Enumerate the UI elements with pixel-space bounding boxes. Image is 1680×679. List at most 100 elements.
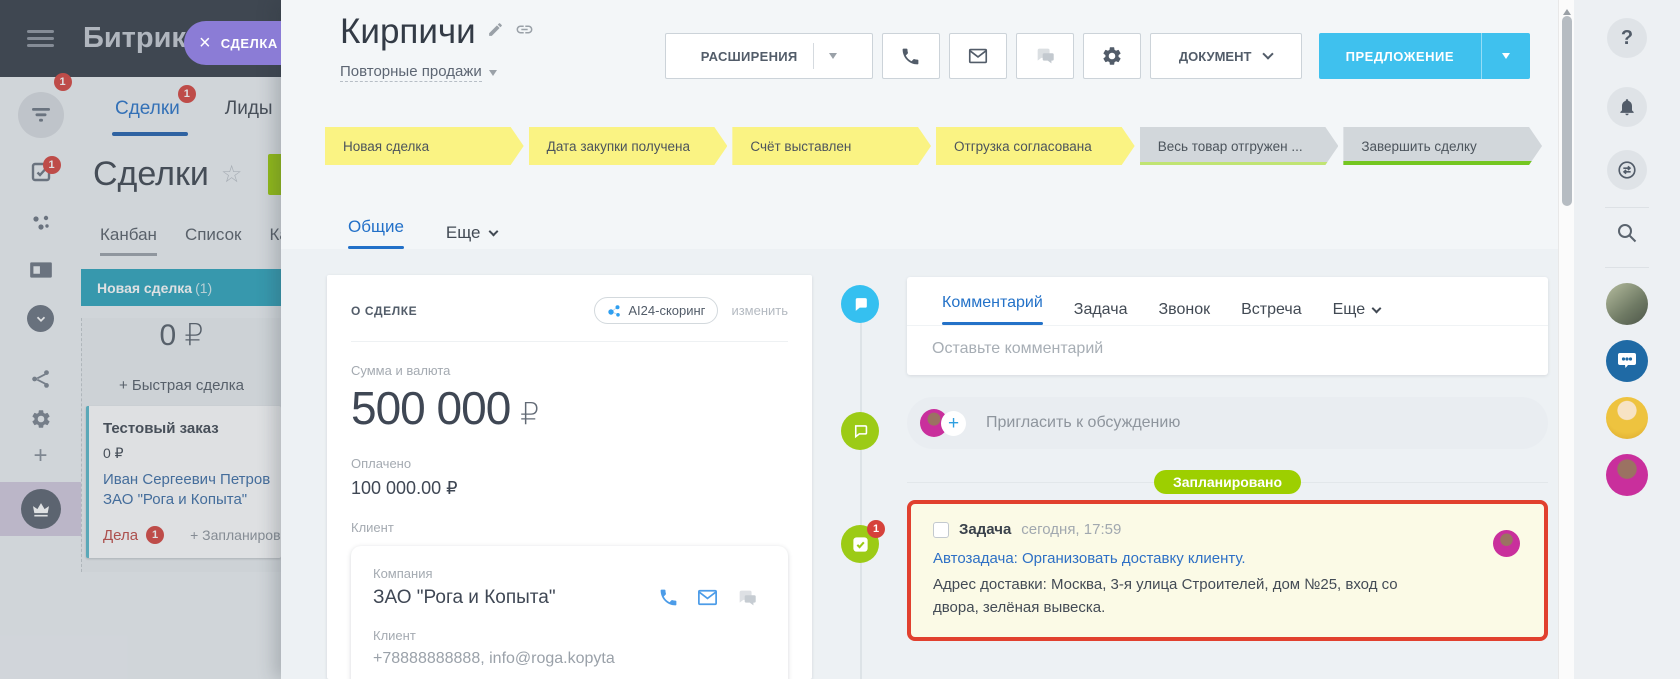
group-chat-avatar[interactable] (1606, 340, 1648, 382)
proposal-button[interactable]: ПРЕДЛОЖЕНИЕ (1319, 33, 1481, 79)
planned-badge: Запланировано (1154, 470, 1301, 494)
notifications-button[interactable] (1607, 87, 1647, 127)
bell-icon (1617, 97, 1637, 117)
chevron-down-icon (488, 227, 498, 237)
edit-title-icon[interactable] (487, 21, 504, 43)
envelope-icon (967, 45, 989, 67)
deal-category-selector[interactable]: Повторные продажи (340, 63, 534, 82)
tab-more[interactable]: Еще (446, 217, 497, 249)
stage-goods-shipped[interactable]: Весь товар отгружен ... (1140, 127, 1339, 165)
messenger-icon (1616, 159, 1638, 181)
phone-icon (900, 46, 921, 67)
tab-more-timeline-label: Еще (1333, 301, 1366, 319)
chevron-down-icon (489, 70, 497, 76)
right-sidebar: ? (1574, 0, 1680, 679)
close-icon[interactable]: × (199, 32, 211, 55)
settings-button[interactable] (1083, 33, 1141, 79)
discussion-stream-icon (841, 412, 879, 450)
paid-value: 100 000.00 ₽ (351, 478, 788, 499)
document-button[interactable]: ДОКУМЕНТ (1150, 33, 1302, 79)
timeline-line (860, 303, 862, 679)
call-company-icon[interactable] (658, 587, 679, 608)
stage-close-deal[interactable]: Завершить сделку (1343, 127, 1542, 165)
task-stream-icon: 1 (841, 525, 879, 563)
proposal-dropdown[interactable] (1481, 33, 1530, 79)
chat-button[interactable] (1016, 33, 1074, 79)
stage-new-deal[interactable]: Новая сделка (325, 127, 524, 165)
ai-scoring-label: AI24-скоринг (628, 303, 705, 318)
deal-detail-tabs: Общие Еще (348, 217, 1558, 249)
stage-purchase-date[interactable]: Дата закупки получена (529, 127, 728, 165)
slider-badge[interactable]: × СДЕЛКА (184, 21, 281, 65)
comment-input[interactable]: Оставьте комментарий (907, 326, 1548, 375)
tab-comment[interactable]: Комментарий (942, 294, 1043, 325)
add-person-icon[interactable]: + (941, 411, 966, 436)
call-button[interactable] (882, 33, 940, 79)
task-title-link[interactable]: Автозадача: Организовать доставку клиент… (933, 550, 1522, 567)
task-check-icon (851, 535, 870, 554)
deal-sum-currency: ₽ (520, 397, 539, 432)
scrollbar-thumb[interactable] (1562, 16, 1572, 206)
deal-toolbar: РАСШИРЕНИЯ ДОКУМЕНТ (665, 33, 1530, 79)
comment-stream-icon (841, 285, 879, 323)
deal-slider: × СДЕЛКА Кирпичи Повторные продажи (281, 0, 1558, 679)
tab-task[interactable]: Задача (1074, 294, 1128, 325)
planned-separator: Запланировано (907, 470, 1548, 495)
contact-value[interactable]: +78888888888, info@roga.kopyta (373, 650, 766, 668)
email-company-icon[interactable] (696, 586, 719, 609)
document-label: ДОКУМЕНТ (1179, 49, 1252, 64)
user-avatar[interactable] (1606, 397, 1648, 439)
task-count-badge: 1 (867, 520, 885, 538)
slider-badge-label: СДЕЛКА (221, 36, 278, 51)
company-name[interactable]: ЗАО "Рога и Копыта" (373, 587, 658, 609)
ai-scoring-badge[interactable]: AI24-скоринг (594, 297, 718, 324)
deal-category-label: Повторные продажи (340, 63, 482, 82)
chat-company-icon[interactable] (736, 587, 758, 609)
user-avatar[interactable] (1606, 454, 1648, 496)
chevron-down-icon (1502, 53, 1510, 59)
messenger-button[interactable] (1607, 150, 1647, 190)
screen: Битрикс24 1 1 (0, 0, 1680, 679)
stage-shipping-approved[interactable]: Отгрузка согласована (936, 127, 1135, 165)
dim-overlay (0, 0, 281, 679)
deal-sum-value[interactable]: 500 000 (351, 381, 510, 435)
tab-meeting[interactable]: Встреча (1241, 294, 1302, 325)
invite-to-discussion[interactable]: + Пригласить к обсуждению (907, 397, 1548, 449)
extensions-button[interactable]: РАСШИРЕНИЯ (665, 33, 873, 79)
user-avatar[interactable] (1606, 283, 1648, 325)
task-card-highlighted[interactable]: Задача сегодня, 17:59 Автозадача: Органи… (907, 500, 1548, 641)
chevron-down-icon (829, 53, 837, 59)
deal-title: Кирпичи (340, 12, 476, 52)
task-responsible-avatar[interactable] (1493, 530, 1520, 557)
edit-link[interactable]: изменить (731, 303, 788, 318)
tab-more-timeline[interactable]: Еще (1333, 294, 1381, 325)
client-card: Компания ЗАО "Рога и Копыта" Клиент +788… (351, 546, 788, 679)
tab-call[interactable]: Звонок (1158, 294, 1210, 325)
company-label: Компания (373, 566, 766, 581)
tab-more-label: Еще (446, 223, 481, 243)
speech-bubble-icon (851, 295, 870, 314)
search-button[interactable] (1615, 221, 1639, 250)
speech-bubble-outline-icon (851, 422, 870, 441)
task-description: Адрес доставки: Москва, 3-я улица Строит… (933, 573, 1403, 620)
timeline-tabs: Комментарий Задача Звонок Встреча Еще (907, 277, 1548, 325)
vertical-scrollbar[interactable] (1558, 0, 1574, 679)
group-chat-icon (1615, 349, 1639, 373)
task-time: сегодня, 17:59 (1021, 521, 1121, 538)
background-page: Битрикс24 1 1 (0, 0, 281, 679)
email-button[interactable] (949, 33, 1007, 79)
proposal-button-group: ПРЕДЛОЖЕНИЕ (1319, 33, 1530, 79)
timeline: 1 Комментарий Задача Звонок Встреча Еще (812, 275, 1548, 679)
scroll-up-arrow[interactable] (1563, 5, 1571, 15)
tab-general[interactable]: Общие (348, 217, 404, 249)
copy-link-icon[interactable] (515, 20, 534, 44)
stage-invoice-sent[interactable]: Счёт выставлен (732, 127, 931, 165)
chevron-down-icon (1372, 303, 1382, 313)
paid-label: Оплачено (351, 456, 788, 471)
help-button[interactable]: ? (1607, 18, 1647, 58)
task-checkbox[interactable] (933, 522, 949, 538)
deal-stage-bar: Новая сделка Дата закупки получена Счёт … (325, 127, 1542, 165)
molecule-icon (607, 304, 621, 318)
about-card-title: О СДЕЛКЕ (351, 304, 594, 318)
gear-icon (1101, 45, 1123, 67)
